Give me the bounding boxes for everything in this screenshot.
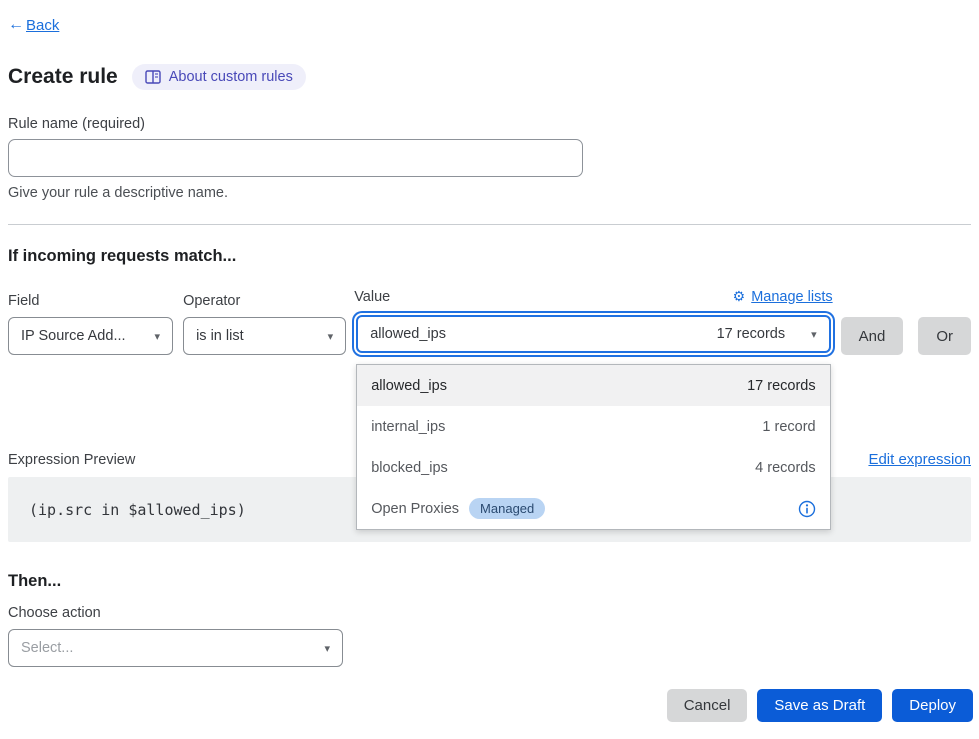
dropdown-option-allowed-ips[interactable]: allowed_ips 17 records bbox=[357, 365, 829, 406]
rule-name-label: Rule name (required) bbox=[8, 116, 971, 132]
choose-action-label: Choose action bbox=[8, 605, 971, 621]
operator-select[interactable]: is in list ▾ bbox=[183, 317, 346, 355]
match-section-heading: If incoming requests match... bbox=[8, 247, 971, 266]
value-select-meta: 17 records bbox=[717, 326, 786, 342]
rule-name-hint: Give your rule a descriptive name. bbox=[8, 185, 971, 201]
rule-name-input[interactable] bbox=[8, 139, 583, 177]
option-name: internal_ips bbox=[371, 419, 445, 435]
match-condition-row: Field IP Source Add... ▾ Operator is in … bbox=[8, 288, 971, 355]
expression-code: (ip.src in $allowed_ips) bbox=[29, 501, 246, 519]
operator-label: Operator bbox=[183, 293, 240, 309]
manage-lists-label: Manage lists bbox=[751, 289, 832, 305]
title-row: Create rule About custom rules bbox=[8, 64, 971, 90]
section-divider bbox=[8, 224, 971, 225]
operator-select-value: is in list bbox=[196, 328, 244, 344]
then-section-heading: Then... bbox=[8, 572, 971, 591]
or-button[interactable]: Or bbox=[918, 317, 971, 355]
value-select-value: allowed_ips bbox=[370, 326, 446, 342]
manage-lists-link[interactable]: ⚙ Manage lists bbox=[733, 288, 833, 305]
footer-actions: Cancel Save as Draft Deploy bbox=[8, 689, 973, 722]
option-record-count: 4 records bbox=[755, 460, 815, 476]
gear-icon: ⚙ bbox=[733, 288, 746, 305]
option-name: allowed_ips bbox=[371, 378, 447, 394]
option-name: Open Proxies bbox=[371, 501, 459, 517]
back-arrow-icon: ← bbox=[8, 16, 24, 34]
field-column: Field IP Source Add... ▾ bbox=[8, 293, 173, 355]
andor-buttons: And Or bbox=[841, 317, 971, 355]
field-label: Field bbox=[8, 293, 39, 309]
value-select[interactable]: allowed_ips 17 records ▾ bbox=[356, 315, 830, 353]
edit-expression-link[interactable]: Edit expression bbox=[868, 451, 971, 468]
create-rule-page: ← Back Create rule About custom rules Ru… bbox=[0, 0, 979, 722]
value-label: Value bbox=[354, 289, 390, 305]
dropdown-option-open-proxies[interactable]: Open Proxies Managed bbox=[357, 488, 829, 529]
operator-column: Operator is in list ▾ bbox=[183, 293, 346, 355]
page-title: Create rule bbox=[8, 65, 118, 89]
back-link-label: Back bbox=[26, 17, 59, 34]
back-link[interactable]: ← Back bbox=[8, 16, 59, 34]
value-dropdown-panel: allowed_ips 17 records internal_ips 1 re… bbox=[356, 364, 830, 530]
action-select-placeholder: Select... bbox=[21, 640, 73, 656]
and-button[interactable]: And bbox=[841, 317, 904, 355]
dropdown-option-internal-ips[interactable]: internal_ips 1 record bbox=[357, 406, 829, 447]
cancel-button[interactable]: Cancel bbox=[667, 689, 748, 722]
value-column: Value ⚙ Manage lists allowed_ips 17 reco… bbox=[354, 288, 832, 355]
chevron-down-icon: ▾ bbox=[811, 328, 817, 341]
managed-badge: Managed bbox=[469, 498, 545, 519]
book-icon bbox=[145, 70, 161, 84]
option-record-count: 1 record bbox=[762, 419, 815, 435]
chevron-down-icon: ▾ bbox=[328, 330, 334, 343]
expression-preview-label: Expression Preview bbox=[8, 452, 135, 468]
field-select-value: IP Source Add... bbox=[21, 328, 126, 344]
chevron-down-icon: ▾ bbox=[324, 642, 330, 655]
field-select[interactable]: IP Source Add... ▾ bbox=[8, 317, 173, 355]
chevron-down-icon: ▾ bbox=[155, 330, 161, 343]
option-record-count: 17 records bbox=[747, 378, 816, 394]
action-select[interactable]: Select... ▾ bbox=[8, 629, 343, 667]
about-custom-rules-link[interactable]: About custom rules bbox=[132, 64, 306, 90]
dropdown-option-blocked-ips[interactable]: blocked_ips 4 records bbox=[357, 447, 829, 488]
deploy-button[interactable]: Deploy bbox=[892, 689, 973, 722]
option-name: blocked_ips bbox=[371, 460, 448, 476]
about-custom-rules-label: About custom rules bbox=[169, 69, 293, 85]
info-icon[interactable] bbox=[798, 500, 816, 518]
save-as-draft-button[interactable]: Save as Draft bbox=[757, 689, 882, 722]
